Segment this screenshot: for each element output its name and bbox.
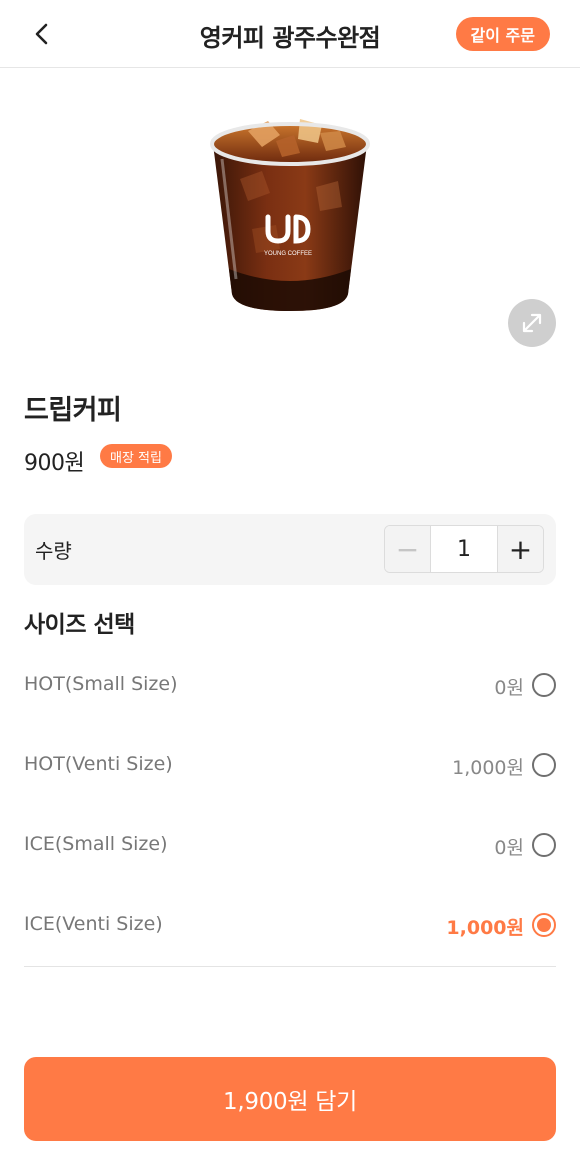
size-option-ice-venti[interactable]: ICE(Venti Size) 1,000원 bbox=[24, 905, 556, 945]
option-name: HOT(Small Size) bbox=[24, 673, 178, 695]
brand-logo-text: YOUNG COFFEE bbox=[264, 251, 312, 257]
group-order-button[interactable]: 같이 주문 bbox=[455, 17, 550, 51]
store-points-badge: 매장 적립 bbox=[100, 444, 172, 468]
size-option-ice-small[interactable]: ICE(Small Size) 0원 bbox=[24, 825, 556, 865]
size-section-title: 사이즈 선택 bbox=[24, 612, 135, 638]
quantity-label: 수량 bbox=[35, 539, 72, 563]
option-price: 0원 bbox=[494, 677, 524, 699]
expand-image-button[interactable] bbox=[508, 299, 556, 347]
top-bar: 영커피 광주수완점 같이 주문 bbox=[0, 0, 580, 68]
radio-button[interactable] bbox=[532, 833, 556, 857]
option-name: ICE(Small Size) bbox=[24, 833, 168, 855]
radio-button[interactable] bbox=[532, 673, 556, 697]
size-option-hot-small[interactable]: HOT(Small Size) 0원 bbox=[24, 665, 556, 705]
quantity-value: 1 bbox=[431, 526, 497, 572]
radio-button[interactable] bbox=[532, 753, 556, 777]
radio-button-selected[interactable] bbox=[532, 913, 556, 937]
product-price: 900원 bbox=[24, 451, 85, 476]
product-image-area: YOUNG COFFEE bbox=[0, 69, 580, 359]
increase-quantity-button[interactable]: + bbox=[497, 526, 543, 572]
quantity-panel: 수량 − 1 + bbox=[24, 514, 556, 585]
size-option-hot-venti[interactable]: HOT(Venti Size) 1,000원 bbox=[24, 745, 556, 785]
option-price: 0원 bbox=[494, 837, 524, 859]
expand-icon bbox=[522, 313, 542, 333]
iced-coffee-cup-image: YOUNG COFFEE bbox=[210, 119, 370, 311]
add-to-cart-button[interactable]: 1,900원 담기 bbox=[24, 1057, 556, 1141]
option-price: 1,000원 bbox=[452, 757, 524, 779]
option-name: HOT(Venti Size) bbox=[24, 753, 173, 775]
option-name: ICE(Venti Size) bbox=[24, 913, 163, 935]
product-name: 드립커피 bbox=[24, 395, 122, 426]
option-price: 1,000원 bbox=[446, 917, 524, 939]
divider bbox=[24, 966, 556, 967]
decrease-quantity-button[interactable]: − bbox=[385, 526, 431, 572]
quantity-stepper: − 1 + bbox=[384, 525, 544, 573]
